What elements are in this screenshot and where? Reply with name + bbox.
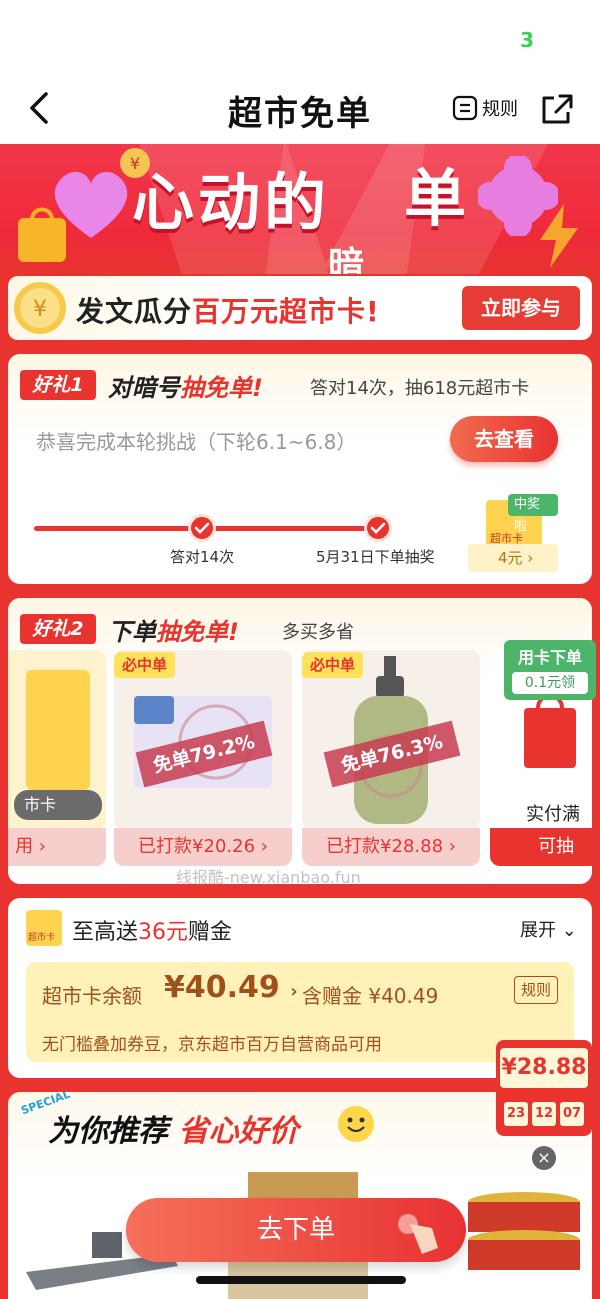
- gift1-card: 好礼1 对暗号抽免单! 答对14次，抽618元超市卡 恭喜完成本轮挑战（下轮6.…: [8, 354, 592, 584]
- promo-banner[interactable]: ¥ 发文瓜分百万元超市卡! 立即参与: [8, 276, 592, 340]
- rules-label: 规则: [482, 99, 518, 120]
- gift2-tag: 好礼2: [20, 614, 96, 644]
- balance-label: 超市卡余额: [42, 984, 142, 1008]
- product-image: 必中单 免单76.3%: [302, 650, 480, 830]
- share-icon[interactable]: [538, 90, 576, 128]
- gift1-status-text: 恭喜完成本轮挑战（下轮6.1~6.8）: [36, 430, 357, 454]
- lightning-icon: [540, 204, 578, 268]
- expand-toggle[interactable]: 展开 ⌄: [520, 916, 577, 942]
- prize-amount-value: 4元: [498, 549, 523, 567]
- timer-hours: 23: [504, 1102, 528, 1126]
- status-bar: 3: [0, 0, 600, 72]
- rules-button[interactable]: 规则: [452, 90, 518, 126]
- gift2-title: 下单抽免单!: [108, 612, 239, 647]
- must-win-badge: 必中单: [302, 652, 364, 678]
- timer-seconds: 07: [560, 1102, 584, 1126]
- gift2-card: 好礼2 下单抽免单! 多买多省 市卡 用 › 必中单 免单79.2% 已打款¥2…: [8, 598, 592, 884]
- paid-label: 已打款¥20.26: [138, 836, 256, 857]
- recommend-title: 为你推荐 省心好价: [48, 1106, 298, 1150]
- gift1-title: 对暗号抽免单!: [108, 368, 263, 403]
- smile-icon: [338, 1106, 374, 1142]
- product-image: 市卡: [8, 650, 106, 830]
- timer-minutes: 12: [532, 1102, 556, 1126]
- balance-note: 无门槛叠加券豆，京东超市百万自营商品可用: [42, 1035, 382, 1055]
- hero-title-sub: 暗: [328, 245, 365, 274]
- recommend-title-prefix: 为你推荐: [48, 1114, 168, 1149]
- hand-pointer-icon: [398, 1214, 438, 1254]
- yuan-coin-icon: ¥: [14, 282, 66, 334]
- gift3-title-highlight: 36元: [138, 920, 189, 945]
- balance-amount: ¥40.49: [164, 970, 280, 1005]
- rules-chip[interactable]: 规则: [514, 976, 558, 1004]
- check-icon: [188, 514, 216, 542]
- draw-button[interactable]: 可抽: [490, 828, 592, 866]
- paid-button[interactable]: 用 ›: [8, 828, 106, 866]
- gift-value: 含赠金 ¥40.49: [302, 984, 439, 1008]
- paid-button[interactable]: 已打款¥20.26 ›: [114, 828, 292, 866]
- step-label: 答对14次: [170, 548, 235, 566]
- navbar: 超市免单 规则: [0, 72, 600, 144]
- floating-price-widget[interactable]: ¥28.88 23 12 07: [496, 1040, 592, 1136]
- right-card-text: 实付满: [526, 804, 580, 825]
- hero-title-left: 心动的: [132, 166, 331, 239]
- gift2-subtitle: 多买多省: [282, 622, 354, 643]
- supermarket-card-icon: [26, 670, 90, 790]
- rules-icon: [452, 95, 478, 121]
- product-image: 必中单 免单79.2%: [114, 650, 292, 830]
- card-label: 市卡: [14, 790, 102, 820]
- watermark: 线报酷-new.xianbao.fun: [176, 868, 361, 887]
- gift1-tag: 好礼1: [20, 370, 96, 400]
- use-card-tag[interactable]: 用卡下单 0.1元领: [504, 640, 596, 700]
- gift2-title-highlight: 抽免单!: [156, 618, 239, 646]
- paid-label: 已打款¥28.88: [326, 836, 444, 857]
- status-indicator: 3: [520, 28, 534, 52]
- mini-card-label: 超市卡: [28, 933, 56, 943]
- balance-panel: 超市卡余额 ¥40.49 › 含赠金 ¥40.49 规则 无门槛叠加券豆，京东超…: [26, 962, 574, 1062]
- prize-badge: 中奖啦: [508, 494, 558, 534]
- recommend-title-highlight: 省心好价: [178, 1114, 299, 1149]
- banner-text-prefix: 发文瓜分: [76, 295, 193, 328]
- hero-title-right: 单: [404, 162, 467, 235]
- gift3-title-suffix: 赠金: [188, 920, 233, 945]
- join-now-button[interactable]: 立即参与: [462, 286, 580, 330]
- shopping-bag-icon: [18, 207, 66, 262]
- side-tag-title: 用卡下单: [517, 648, 582, 667]
- hero-banner: ¥ 心动的 单 暗: [0, 144, 600, 274]
- paid-button[interactable]: 已打款¥28.88 ›: [302, 828, 480, 866]
- svg-text:¥: ¥: [33, 297, 47, 322]
- prize-amount: 4元 ›: [468, 544, 558, 572]
- gift3-title: 至高送36元赠金: [72, 914, 232, 946]
- view-button[interactable]: 去查看: [450, 416, 558, 462]
- prize-widget[interactable]: 超市卡 中奖啦 4元 ›: [468, 494, 558, 574]
- banner-text-highlight: 百万元超市卡!: [192, 295, 380, 328]
- floating-price: ¥28.88: [500, 1048, 588, 1088]
- paid-label: 用: [15, 836, 34, 857]
- product-card[interactable]: 必中单 免单76.3% 已打款¥28.88 ›: [302, 650, 480, 872]
- close-icon[interactable]: ×: [532, 1146, 556, 1170]
- product-card[interactable]: 必中单 免单79.2% 已打款¥20.26 ›: [114, 650, 292, 872]
- banner-text: 发文瓜分百万元超市卡!: [76, 290, 380, 330]
- expand-label: 展开: [520, 920, 556, 941]
- step-label: 5月31日下单抽奖: [316, 548, 435, 566]
- supermarket-card-icon: 超市卡: [26, 910, 62, 946]
- check-icon: [364, 514, 392, 542]
- must-win-badge: 必中单: [114, 652, 176, 678]
- gift3-title-prefix: 至高送: [72, 920, 139, 945]
- red-bag-icon: [524, 694, 576, 768]
- gift2-title-prefix: 下单: [108, 618, 156, 646]
- gift1-title-prefix: 对暗号: [108, 374, 180, 402]
- product-card-partial-left[interactable]: 市卡 用 ›: [8, 650, 106, 872]
- home-indicator: [196, 1276, 406, 1284]
- side-tag-sub: 0.1元领: [512, 672, 588, 694]
- chevron-right-icon: ›: [290, 981, 298, 1002]
- gift1-subtitle: 答对14次，抽618元超市卡: [310, 378, 530, 399]
- canned-food-image: [468, 1192, 580, 1270]
- balance-value[interactable]: ¥40.49 ›: [164, 970, 298, 1005]
- gift1-title-highlight: 抽免单!: [180, 374, 263, 402]
